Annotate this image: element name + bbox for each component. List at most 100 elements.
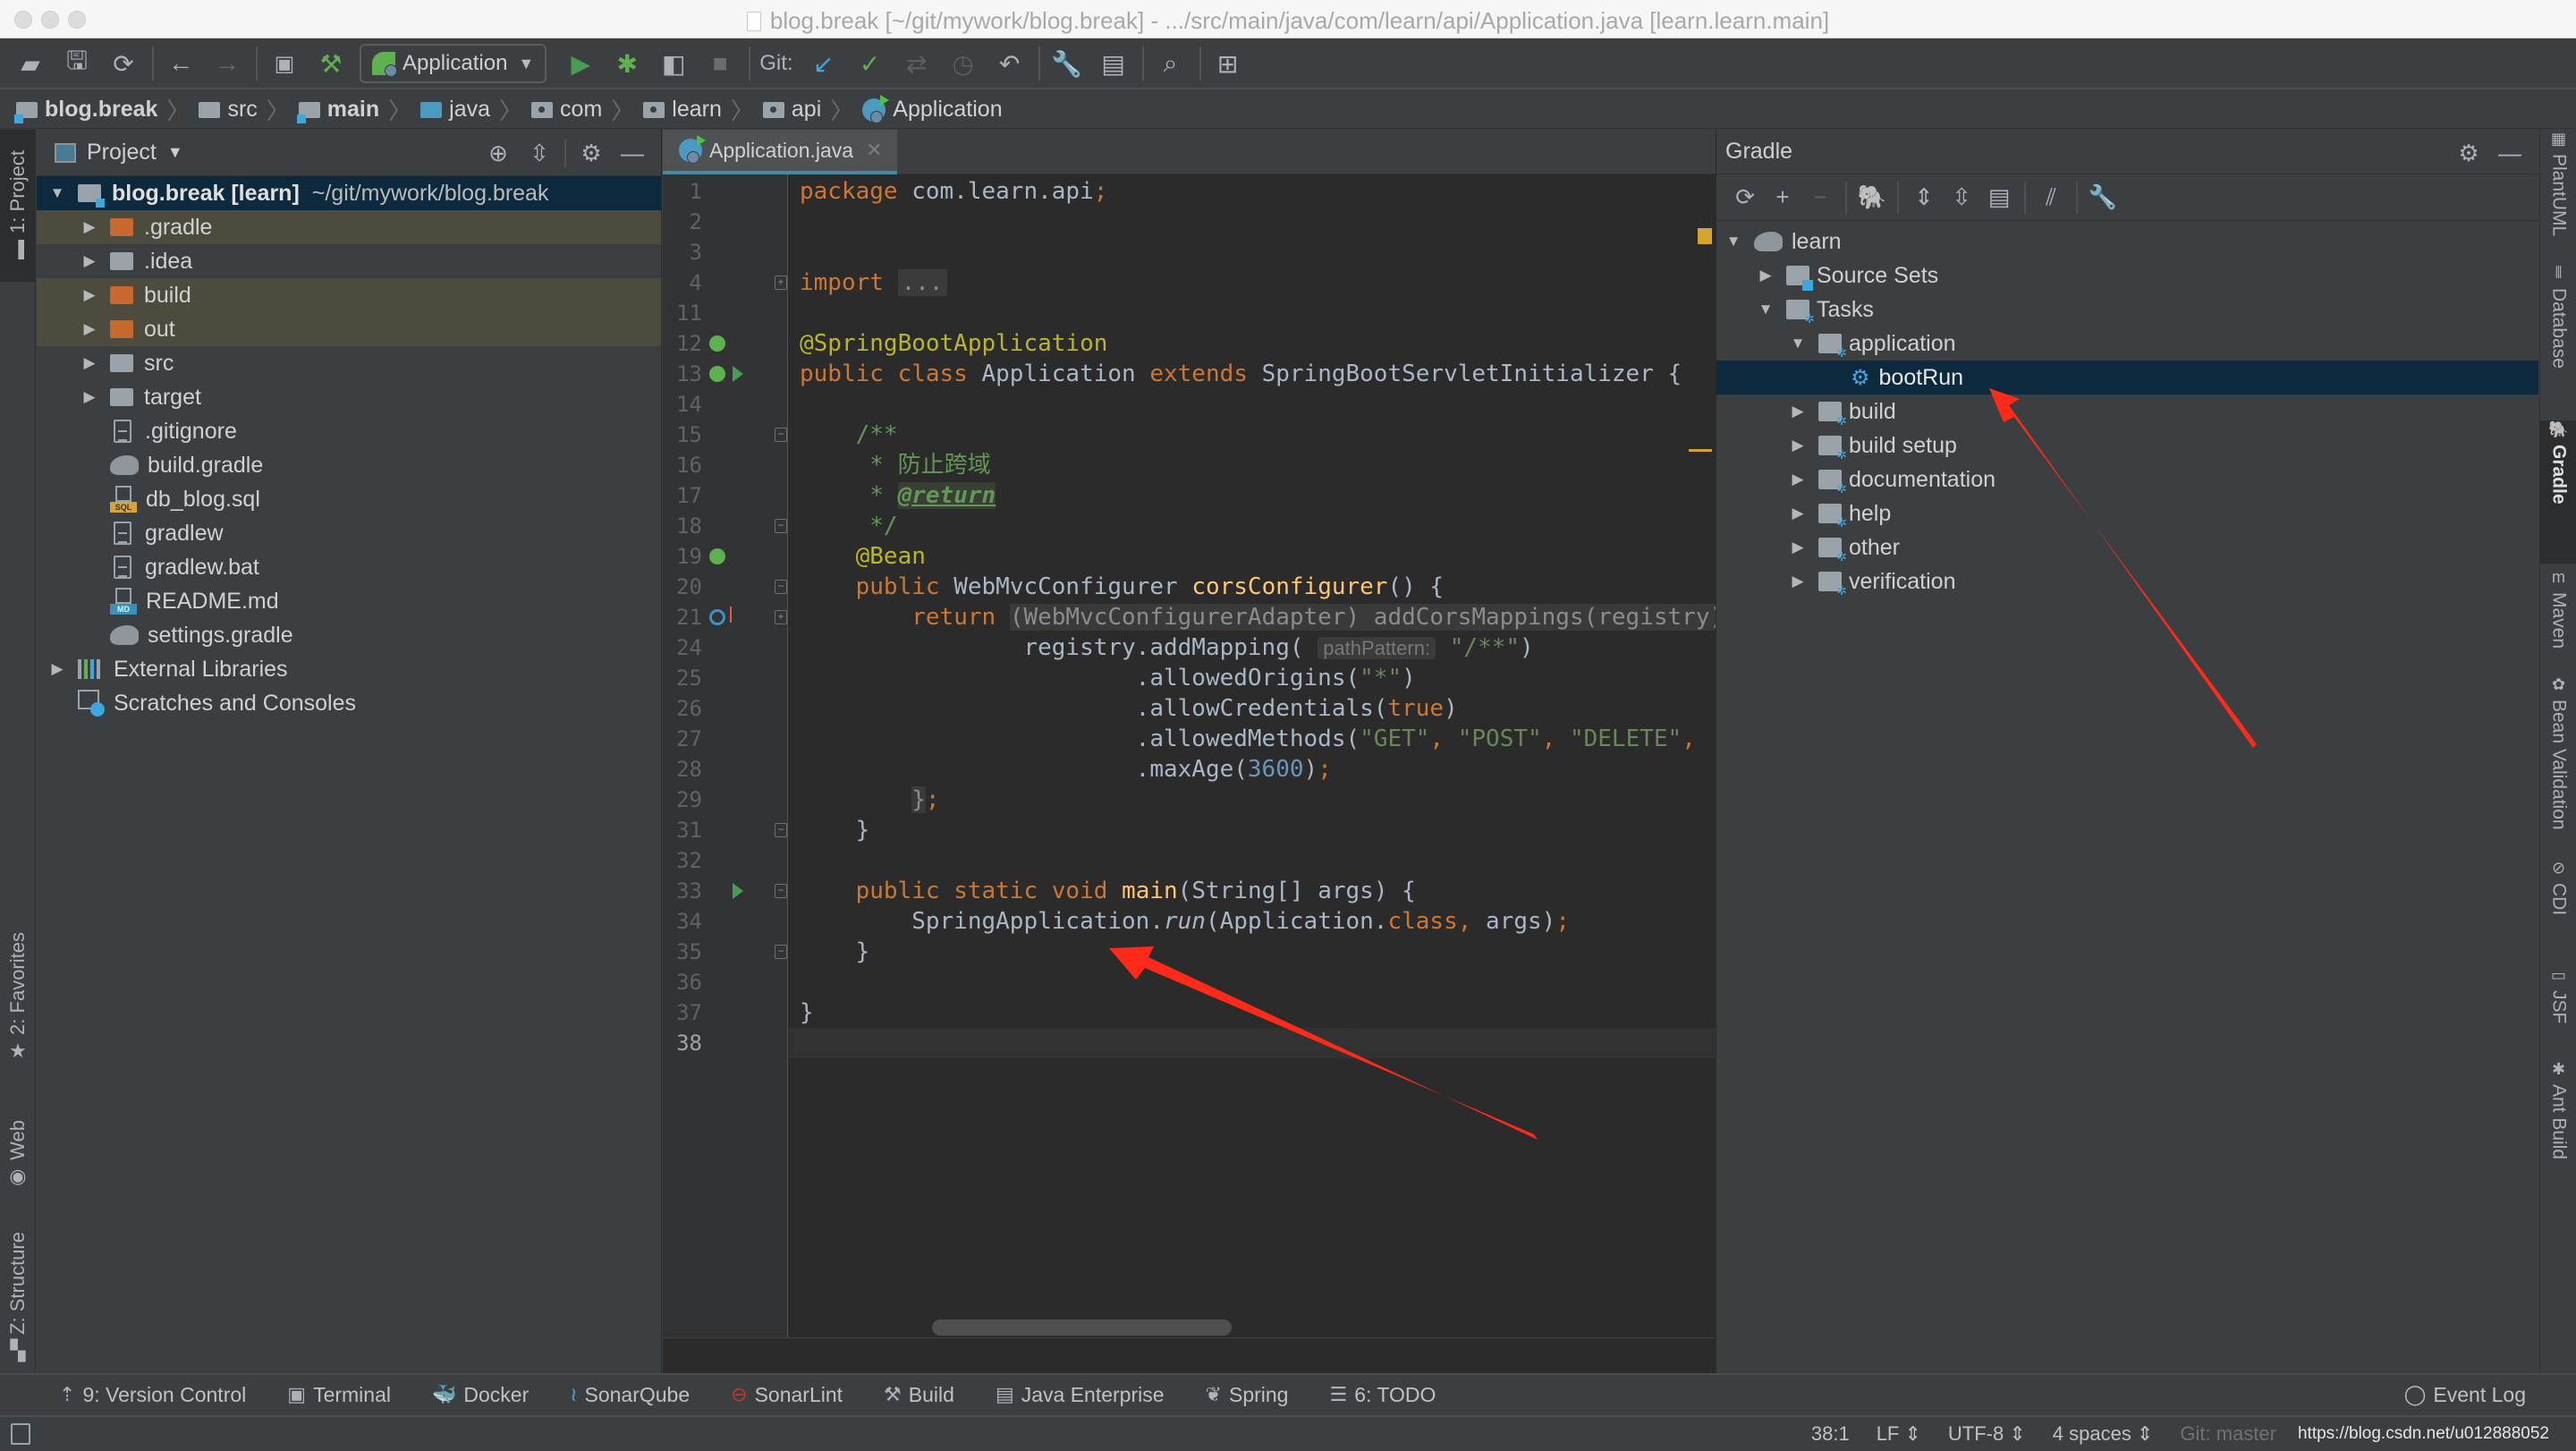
run-icon[interactable]: ▶ — [563, 46, 598, 81]
expand-all-icon[interactable]: ⇕ — [1908, 183, 1940, 211]
line-number[interactable]: 37 — [663, 997, 702, 1028]
tab-project[interactable]: 1: Project ▬ — [0, 130, 36, 282]
line-number[interactable]: 34 — [663, 906, 702, 937]
expand-arrow-icon[interactable]: ▶ — [80, 320, 99, 338]
code-line[interactable]: @SpringBootApplication — [789, 328, 1716, 359]
breadcrumb-src[interactable]: src — [199, 97, 258, 123]
spring-bean-gutter-icon[interactable] — [709, 548, 725, 564]
code-line[interactable]: * 防止跨域 — [789, 450, 1716, 480]
execute-task-icon[interactable]: 🐘 — [1856, 183, 1888, 211]
stop-icon[interactable]: ■ — [702, 46, 738, 81]
tool-button-sonarqube[interactable]: ≀ SonarQube — [570, 1383, 690, 1407]
expand-arrow-icon[interactable]: ▶ — [80, 218, 99, 236]
code-line[interactable] — [789, 207, 1716, 237]
tree-item-out[interactable]: ▶ out — [37, 312, 661, 346]
tool-button-terminal[interactable]: ▣ Terminal — [287, 1383, 391, 1407]
expand-arrow-icon[interactable]: ▶ — [80, 286, 99, 304]
code-line[interactable]: .allowedOrigins("*") — [789, 663, 1716, 693]
offline-mode-icon[interactable]: ⫽ — [2035, 183, 2067, 212]
git-update-icon[interactable]: ↙ — [806, 46, 842, 81]
line-number[interactable]: 25 — [663, 663, 702, 693]
code-line[interactable]: import ... — [789, 267, 1716, 298]
add-icon[interactable]: + — [1767, 183, 1799, 211]
tree-item-scratches[interactable]: Scratches and Consoles — [37, 686, 661, 720]
run-gutter-icon[interactable] — [733, 883, 743, 899]
expand-arrow-icon[interactable]: ▶ — [80, 354, 99, 372]
group-modules-icon[interactable]: ▤ — [1983, 183, 2015, 211]
gradle-tree-item[interactable]: ▶ build setup — [1716, 429, 2538, 463]
line-number[interactable]: 28 — [663, 754, 702, 785]
expand-arrow-icon[interactable]: ▶ — [1788, 403, 1808, 420]
expand-arrow-icon[interactable]: ▶ — [80, 252, 99, 270]
project-view-selector[interactable]: Project — [87, 140, 157, 165]
chevron-down-icon[interactable]: ▼ — [167, 143, 183, 162]
tab-plantuml[interactable]: ▦ PlantUML — [2540, 130, 2576, 255]
sdk-manager-icon[interactable]: ⊞ — [1210, 46, 1246, 81]
editor-gutter[interactable]: 1 2 3 4 +11 12 13 14 15−16 17 18−19 20−21 +24 25 26 27 2… — [663, 174, 788, 1373]
breadcrumb-api[interactable]: api — [762, 97, 821, 123]
project-structure-icon[interactable]: ▤ — [1096, 46, 1131, 81]
spring-bean-gutter-icon[interactable] — [709, 335, 725, 352]
settings-wrench-icon[interactable]: 🔧 — [1049, 46, 1085, 81]
code-line[interactable] — [789, 389, 1716, 420]
code-line[interactable]: .maxAge(3600); — [789, 754, 1716, 785]
breadcrumb-blog-break[interactable]: blog.break — [14, 97, 157, 123]
collapse-fold-icon[interactable]: − — [775, 428, 787, 442]
indent-setting[interactable]: 4 spaces ⇕ — [2053, 1422, 2154, 1446]
gear-icon[interactable]: ⚙ — [2453, 140, 2485, 167]
code-line[interactable]: } — [789, 937, 1716, 967]
tree-item-external-libraries[interactable]: ▶ External Libraries — [37, 652, 661, 686]
tool-button-9-version-control[interactable]: ⇡ 9: Version Control — [59, 1383, 246, 1407]
expand-arrow-icon[interactable]: ▶ — [1756, 267, 1775, 284]
minimize-icon[interactable]: — — [2494, 140, 2526, 167]
line-number[interactable]: 18 — [663, 511, 702, 541]
gradle-tree-item[interactable]: ▼ application — [1716, 327, 2538, 361]
code-line[interactable]: return (WebMvcConfigurerAdapter) addCors… — [789, 602, 1716, 632]
git-rollback-icon[interactable]: ↶ — [992, 46, 1028, 81]
code-text-area[interactable]: package com.learn.api; import ... @SpringB… — [789, 174, 1716, 1373]
tab-database[interactable]: ⦀ Database — [2540, 264, 2576, 416]
code-line[interactable]: public class Application extends SpringB… — [789, 359, 1716, 389]
code-line[interactable] — [789, 298, 1716, 328]
code-line[interactable]: SpringApplication.run(Application.class,… — [789, 906, 1716, 937]
tool-button-build[interactable]: ⚒ Build — [884, 1383, 954, 1407]
code-line[interactable]: */ — [789, 511, 1716, 541]
settings-wrench-icon[interactable]: 🔧 — [2087, 183, 2119, 211]
gradle-tree-item[interactable]: ▼ Tasks — [1716, 293, 2538, 327]
code-line[interactable]: @Bean — [789, 541, 1716, 572]
tab-bean-validation[interactable]: ✿ Bean Validation — [2540, 675, 2576, 854]
back-icon[interactable]: ← — [163, 46, 199, 81]
tool-button-docker[interactable]: 🐳 Docker — [432, 1383, 529, 1407]
line-number[interactable]: 1 — [663, 176, 702, 207]
git-compare-icon[interactable]: ⇄ — [899, 46, 935, 81]
gradle-tree-item[interactable]: ▶ documentation — [1716, 462, 2538, 497]
tree-item-gradle[interactable]: ▶ .gradle — [37, 210, 661, 244]
line-number[interactable]: 36 — [663, 967, 702, 997]
tab-gradle[interactable]: 🐘 Gradle — [2540, 420, 2576, 564]
refresh-icon[interactable]: ⟳ — [1729, 183, 1761, 211]
collapse-all-icon[interactable]: ⇳ — [523, 140, 555, 167]
horizontal-scrollbar[interactable] — [932, 1319, 1232, 1336]
tree-item-target[interactable]: ▶ target — [37, 380, 661, 414]
code-line[interactable]: } — [789, 815, 1716, 845]
expand-arrow-icon[interactable]: ▶ — [80, 388, 99, 406]
line-number[interactable]: 17 — [663, 480, 702, 511]
line-number[interactable]: 26 — [663, 693, 702, 724]
code-line[interactable] — [789, 237, 1716, 267]
sync-icon[interactable]: ⟳ — [106, 46, 141, 81]
minimize-icon[interactable]: — — [616, 140, 648, 167]
breadcrumb-main[interactable]: main — [296, 97, 379, 123]
line-number[interactable]: 33 — [663, 876, 702, 906]
search-icon[interactable]: ⌕ — [1153, 46, 1189, 81]
remove-icon[interactable]: − — [1804, 183, 1836, 211]
line-number[interactable]: 4 — [663, 267, 702, 298]
code-line[interactable]: .allowedMethods("GET", "POST", "DELETE", — [789, 724, 1716, 754]
tree-item-build[interactable]: ▶ build — [37, 278, 661, 312]
tree-item-gradlew[interactable]: gradlew — [37, 516, 661, 550]
tab-application-java[interactable]: Application.java ✕ — [663, 130, 897, 174]
tree-item-readme[interactable]: MD README.md — [37, 584, 661, 618]
code-line[interactable] — [789, 967, 1716, 997]
expand-fold-icon[interactable]: + — [775, 276, 787, 290]
expand-arrow-icon[interactable]: ▼ — [1756, 301, 1775, 318]
tab-ant-build[interactable]: ✱ Ant Build — [2540, 1060, 2576, 1194]
